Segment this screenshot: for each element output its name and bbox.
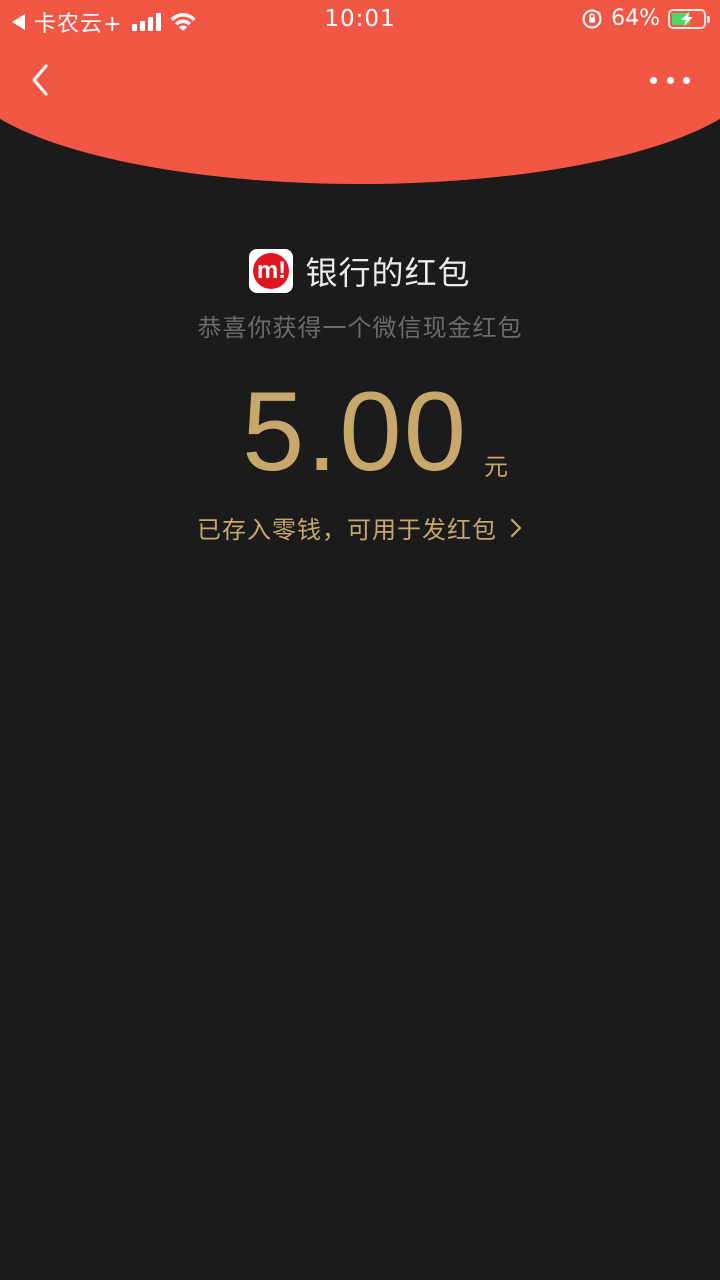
currency-unit: 元 <box>483 453 508 481</box>
red-packet-amount: 5.00 <box>242 369 468 494</box>
chevron-right-icon <box>510 518 522 537</box>
dot <box>683 76 690 84</box>
rotation-lock-icon <box>582 9 602 28</box>
saved-to-change-link[interactable]: 已存入零钱，可用于发红包 <box>0 510 720 545</box>
more-dots-icon[interactable] <box>650 70 690 90</box>
status-right: 64% <box>581 6 710 31</box>
red-packet-screen: 卡农云+ 10:01 64% m! 银行的红包 恭喜你获得一个微信现金红包 5.… <box>0 0 720 1280</box>
sender-logo: m! <box>249 249 294 293</box>
dot <box>650 76 657 84</box>
red-packet-subtitle: 恭喜你获得一个微信现金红包 <box>197 314 523 342</box>
sender-row: m! 银行的红包 <box>0 248 720 294</box>
amount-row: 5.00 元 <box>0 372 720 492</box>
bank-logo-icon: m! <box>253 253 290 289</box>
battery-icon <box>668 8 710 29</box>
battery-percent: 64% <box>611 6 660 31</box>
battery-tip <box>707 15 710 23</box>
status-bar: 卡农云+ 10:01 64% <box>0 0 720 40</box>
sender-name: 银行的红包 <box>305 254 471 292</box>
saved-text: 已存入零钱，可用于发红包 <box>197 516 497 544</box>
chevron-left-icon[interactable] <box>26 62 56 98</box>
dot <box>666 76 674 84</box>
charging-bolt-icon <box>681 11 693 26</box>
